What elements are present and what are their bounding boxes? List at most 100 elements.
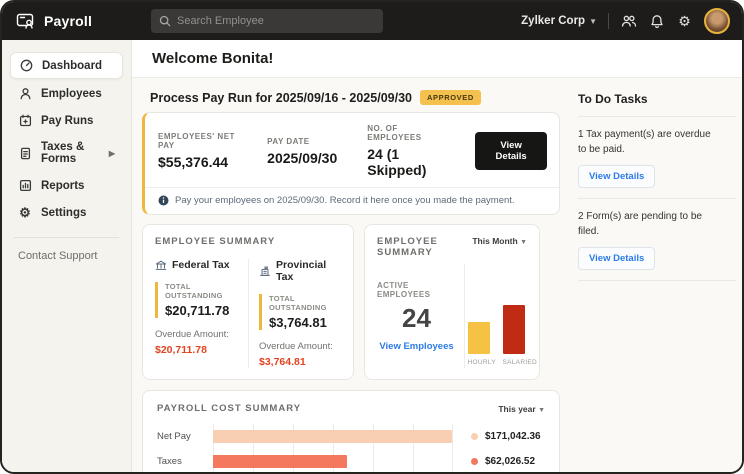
legend-dot: [471, 458, 478, 465]
legend-value: $62,026.52: [485, 456, 535, 467]
month-filter-dropdown[interactable]: This Month ▼: [472, 236, 527, 246]
dashboard-column: Process Pay Run for 2025/09/16 - 2025/09…: [142, 90, 560, 474]
sidebar-item-settings[interactable]: ⚙ Settings: [10, 200, 123, 225]
bell-icon[interactable]: [648, 13, 665, 30]
sidebar-item-taxes-forms[interactable]: Taxes & Forms ▶: [10, 135, 123, 171]
sidebar-item-label: Employees: [41, 88, 102, 100]
year-filter-dropdown[interactable]: This year ▼: [498, 404, 545, 414]
todo-title: To Do Tasks: [578, 92, 736, 106]
todo-task-text: 2 Form(s) are pending to be filed.: [578, 209, 720, 239]
stat-label: PAY DATE: [267, 137, 337, 146]
overdue-value: $20,711.78: [155, 344, 240, 356]
outstanding-value: $20,711.78: [165, 303, 240, 318]
filter-value: This year: [498, 404, 535, 414]
contact-support-link[interactable]: Contact Support: [18, 250, 115, 262]
payrun-note: Pay your employees on 2025/09/30. Record…: [145, 187, 559, 214]
stat-label: EMPLOYEES' NET PAY: [158, 132, 241, 150]
divider: [578, 198, 736, 199]
welcome-band: Welcome Bonita!: [132, 40, 742, 78]
sidebar-item-label: Reports: [41, 180, 84, 192]
stat-pay-date: PAY DATE 2025/09/30: [267, 137, 337, 166]
chevron-down-icon: ▼: [520, 239, 527, 246]
net-pay-bar: [213, 430, 452, 443]
outstanding-label: TOTAL OUTSTANDING: [269, 294, 341, 312]
person-icon: [18, 87, 32, 100]
stat-net-pay: EMPLOYEES' NET PAY $55,376.44: [158, 132, 241, 170]
active-employees-label: ACTIVE EMPLOYEES: [377, 281, 456, 299]
view-details-button[interactable]: View Details: [475, 132, 547, 170]
document-icon: [18, 147, 32, 160]
sidebar-item-pay-runs[interactable]: Pay Runs: [10, 108, 123, 133]
provincial-tax-block: Provincial Tax TOTAL OUTSTANDING $3,764.…: [248, 259, 341, 368]
search-box[interactable]: [151, 9, 383, 33]
stat-employee-count: NO. OF EMPLOYEES 24 (1 Skipped): [367, 124, 449, 178]
employee-summary-card: EMPLOYEE SUMMARY This Month ▼ ACTIVE EMP…: [364, 224, 540, 380]
building-icon: [259, 266, 271, 277]
stat-label: NO. OF EMPLOYEES: [367, 124, 449, 142]
divider: [578, 280, 736, 281]
app-title: Payroll: [44, 13, 92, 29]
bar-chart-icon: [18, 179, 32, 192]
sidebar-item-label: Dashboard: [42, 60, 102, 72]
overdue-value: $3,764.81: [259, 356, 341, 368]
topbar: Payroll Zylker Corp ▼: [2, 2, 742, 40]
stat-value: 2025/09/30: [267, 150, 337, 166]
sidebar-item-label: Taxes & Forms: [41, 141, 100, 165]
users-icon[interactable]: [620, 13, 637, 30]
payroll-cost-card: PAYROLL COST SUMMARY This year ▼ Net Pay…: [142, 390, 560, 474]
main-area: Welcome Bonita! Process Pay Run for 2025…: [132, 40, 742, 472]
hourly-bar: [468, 322, 490, 354]
welcome-heading: Welcome Bonita!: [152, 50, 273, 67]
chevron-right-icon: ▶: [109, 149, 115, 158]
payroll-cost-title: PAYROLL COST SUMMARY: [157, 403, 301, 414]
outstanding-label: TOTAL OUTSTANDING: [165, 282, 240, 300]
employee-summary-title: EMPLOYEE SUMMARY: [377, 236, 472, 258]
view-details-button[interactable]: View Details: [578, 165, 655, 188]
chart-plot-area: [213, 424, 453, 474]
bank-icon: [155, 260, 167, 271]
app-logo: Payroll: [16, 11, 147, 31]
outstanding-value: $3,764.81: [269, 315, 341, 330]
payroll-logo-icon: [16, 11, 36, 31]
divider: [578, 116, 736, 117]
gear-icon[interactable]: ⚙: [676, 13, 693, 30]
stat-value: 24 (1 Skipped): [367, 146, 449, 178]
avatar[interactable]: [704, 8, 730, 34]
calendar-icon: [18, 114, 32, 127]
sidebar-item-employees[interactable]: Employees: [10, 81, 123, 106]
stat-value: $55,376.44: [158, 154, 241, 170]
todo-task-forms: 2 Form(s) are pending to be filed. View …: [578, 209, 736, 270]
search-icon: [159, 15, 171, 27]
hourly-label: HOURLY: [468, 359, 490, 366]
org-switcher[interactable]: Zylker Corp ▼: [521, 15, 597, 27]
sidebar-item-dashboard[interactable]: Dashboard: [10, 52, 123, 79]
info-icon: [158, 195, 169, 206]
tax-name: Provincial Tax: [276, 259, 341, 283]
org-name: Zylker Corp: [521, 15, 585, 27]
salaried-label: SALARIED: [503, 359, 525, 366]
view-employees-link[interactable]: View Employees: [379, 341, 453, 352]
federal-tax-block: Federal Tax TOTAL OUTSTANDING $20,711.78…: [155, 259, 248, 368]
topbar-divider: [608, 13, 609, 29]
salaried-bar: [503, 305, 525, 354]
search-input[interactable]: [177, 15, 375, 27]
tax-summary-title: EMPLOYEE SUMMARY: [155, 236, 341, 247]
payrun-note-text: Pay your employees on 2025/09/30. Record…: [175, 195, 515, 206]
taxes-bar: [213, 455, 347, 468]
sidebar-item-reports[interactable]: Reports: [10, 173, 123, 198]
payrun-card: EMPLOYEES' NET PAY $55,376.44 PAY DATE 2…: [142, 112, 560, 215]
overdue-label: Overdue Amount:: [155, 329, 240, 340]
overdue-label: Overdue Amount:: [259, 341, 341, 352]
filter-value: This Month: [472, 236, 517, 246]
payroll-cost-chart: Net Pay Taxes Benefits Deductions: [157, 424, 545, 474]
todo-task-tax: 1 Tax payment(s) are overdue to be paid.…: [578, 127, 736, 188]
payrun-title: Process Pay Run for 2025/09/16 - 2025/09…: [150, 91, 412, 105]
status-badge: APPROVED: [420, 90, 481, 105]
chevron-down-icon: ▼: [538, 407, 545, 414]
legend-value: $171,042.36: [485, 431, 541, 442]
gear-icon: ⚙: [18, 206, 32, 219]
sidebar-item-label: Settings: [41, 207, 86, 219]
view-details-button[interactable]: View Details: [578, 247, 655, 270]
todo-panel: To Do Tasks 1 Tax payment(s) are overdue…: [578, 90, 736, 474]
topbar-right: Zylker Corp ▼ ⚙: [521, 8, 730, 34]
